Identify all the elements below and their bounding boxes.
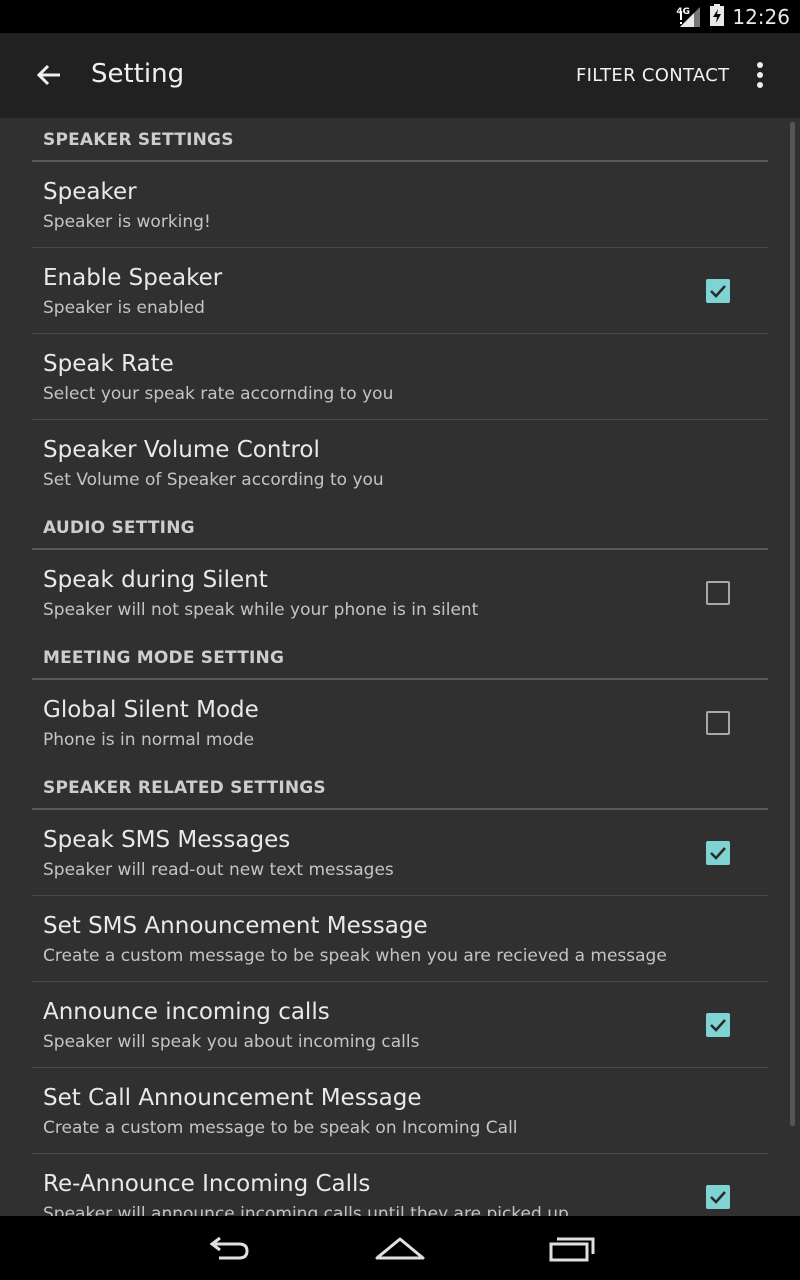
pref-summary: Create a custom message to be speak when… bbox=[43, 946, 667, 966]
pref-summary: Speaker will not speak while your phone … bbox=[43, 600, 479, 620]
pref-global-silent-mode[interactable]: Global Silent Mode Phone is in normal mo… bbox=[32, 680, 768, 766]
pref-title: Global Silent Mode bbox=[43, 697, 259, 723]
reannounce-calls-checkbox[interactable] bbox=[706, 1185, 730, 1209]
pref-speak-rate[interactable]: Speak Rate Select your speak rate accorn… bbox=[32, 334, 768, 420]
pref-title: Set Call Announcement Message bbox=[43, 1085, 422, 1111]
category-label: MEETING MODE SETTING bbox=[43, 648, 285, 668]
action-bar: Setting FILTER CONTACT bbox=[0, 33, 800, 118]
scrollbar[interactable] bbox=[790, 122, 795, 1126]
pref-title: Re-Announce Incoming Calls bbox=[43, 1171, 371, 1197]
category-label: SPEAKER RELATED SETTINGS bbox=[43, 778, 326, 798]
status-icons: 4G 12:26 bbox=[676, 0, 790, 33]
pref-summary: Select your speak rate accornding to you bbox=[43, 384, 394, 404]
settings-list[interactable]: SPEAKER SETTINGS Speaker Speaker is work… bbox=[0, 118, 800, 1216]
announce-calls-checkbox[interactable] bbox=[706, 1013, 730, 1037]
pref-title: Speaker Volume Control bbox=[43, 437, 320, 463]
category-speaker-settings: SPEAKER SETTINGS bbox=[32, 118, 768, 162]
pref-sms-announcement-message[interactable]: Set SMS Announcement Message Create a cu… bbox=[32, 896, 768, 982]
global-silent-mode-checkbox[interactable] bbox=[706, 711, 730, 735]
category-audio-setting: AUDIO SETTING bbox=[32, 506, 768, 550]
pref-summary: Speaker is enabled bbox=[43, 298, 205, 318]
pref-speak-sms-messages[interactable]: Speak SMS Messages Speaker will read-out… bbox=[32, 810, 768, 896]
status-bar: 4G 12:26 bbox=[0, 0, 800, 33]
navigation-bar bbox=[0, 1216, 800, 1280]
speak-during-silent-checkbox[interactable] bbox=[706, 581, 730, 605]
pref-title: Speak SMS Messages bbox=[43, 827, 291, 853]
category-meeting-mode-setting: MEETING MODE SETTING bbox=[32, 636, 768, 680]
home-nav-button[interactable] bbox=[370, 1230, 430, 1266]
filter-contact-button[interactable]: FILTER CONTACT bbox=[576, 65, 729, 86]
category-label: SPEAKER SETTINGS bbox=[43, 130, 234, 150]
back-nav-button[interactable] bbox=[199, 1230, 259, 1266]
pref-speak-during-silent[interactable]: Speak during Silent Speaker will not spe… bbox=[32, 550, 768, 636]
pref-summary: Speaker will announce incoming calls unt… bbox=[43, 1204, 569, 1216]
pref-title: Speak Rate bbox=[43, 351, 174, 377]
pref-title: Speaker bbox=[43, 179, 137, 205]
pref-summary: Phone is in normal mode bbox=[43, 730, 255, 750]
pref-announce-incoming-calls[interactable]: Announce incoming calls Speaker will spe… bbox=[32, 982, 768, 1068]
recents-nav-button[interactable] bbox=[541, 1230, 601, 1266]
enable-speaker-checkbox[interactable] bbox=[706, 279, 730, 303]
category-label: AUDIO SETTING bbox=[43, 518, 195, 538]
pref-summary: Set Volume of Speaker according to you bbox=[43, 470, 384, 490]
pref-reannounce-incoming-calls[interactable]: Re-Announce Incoming Calls Speaker will … bbox=[32, 1154, 768, 1216]
battery-charging-icon bbox=[710, 3, 725, 30]
pref-title: Set SMS Announcement Message bbox=[43, 913, 428, 939]
home-nav-icon bbox=[375, 1237, 425, 1260]
pref-summary: Speaker is working! bbox=[43, 212, 211, 232]
arrow-back-icon bbox=[36, 64, 60, 86]
back-nav-icon bbox=[209, 1236, 249, 1260]
pref-title: Enable Speaker bbox=[43, 265, 223, 291]
pref-enable-speaker[interactable]: Enable Speaker Speaker is enabled bbox=[32, 248, 768, 334]
status-time: 12:26 bbox=[732, 4, 790, 29]
page-title: Setting bbox=[91, 59, 185, 89]
pref-summary: Speaker will read-out new text messages bbox=[43, 860, 394, 880]
pref-title: Announce incoming calls bbox=[43, 999, 330, 1025]
pref-speaker-volume-control[interactable]: Speaker Volume Control Set Volume of Spe… bbox=[32, 420, 768, 506]
pref-call-announcement-message[interactable]: Set Call Announcement Message Create a c… bbox=[32, 1068, 768, 1154]
category-speaker-related-settings: SPEAKER RELATED SETTINGS bbox=[32, 766, 768, 810]
back-button[interactable] bbox=[30, 55, 70, 95]
more-vert-icon bbox=[757, 62, 763, 88]
pref-summary: Speaker will speak you about incoming ca… bbox=[43, 1032, 420, 1052]
speak-sms-checkbox[interactable] bbox=[706, 841, 730, 865]
pref-summary: Create a custom message to be speak on I… bbox=[43, 1118, 518, 1138]
pref-title: Speak during Silent bbox=[43, 567, 268, 593]
recents-nav-icon bbox=[549, 1237, 595, 1262]
pref-speaker[interactable]: Speaker Speaker is working! bbox=[32, 162, 768, 248]
overflow-menu-button[interactable] bbox=[744, 55, 776, 95]
network-type-label: 4G bbox=[676, 6, 691, 17]
signal-icon: 4G bbox=[676, 5, 702, 29]
